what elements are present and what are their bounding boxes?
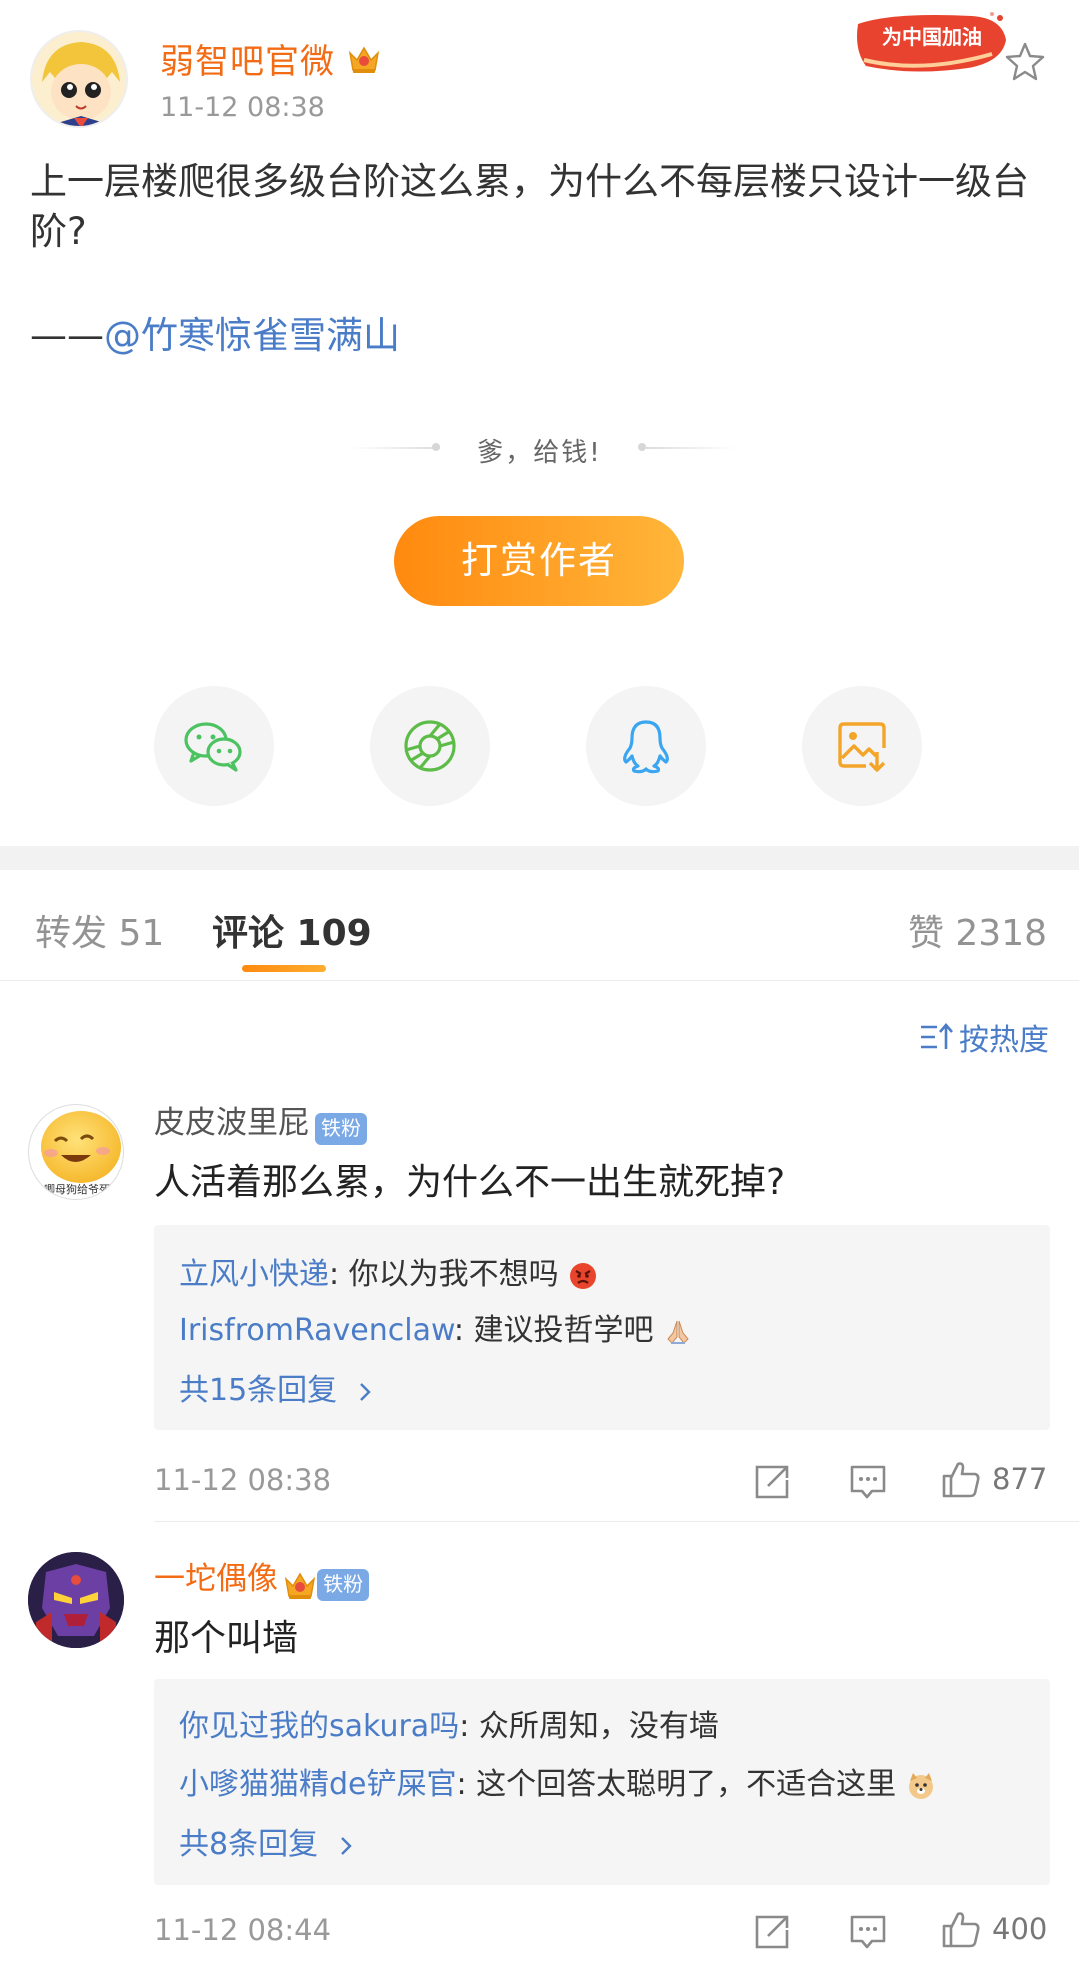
- reply-item: 你见过我的sakura吗: 众所周知，没有墙: [179, 1701, 719, 1745]
- image-download-icon: [838, 722, 886, 772]
- chevron-right-icon: [340, 1836, 352, 1855]
- doge-icon: [908, 1772, 933, 1799]
- star-icon[interactable]: [1003, 40, 1047, 84]
- view-replies-link[interactable]: 共8条回复: [179, 1819, 358, 1863]
- qq-icon: [623, 720, 669, 774]
- avatar-caption: 唧母狗给爷死: [44, 1183, 110, 1196]
- commenter-name[interactable]: 皮皮波里屁: [154, 1105, 309, 1141]
- sort-icon: [921, 1023, 953, 1049]
- mention-link[interactable]: @竹寒惊雀雪满山: [104, 314, 400, 357]
- reply-author[interactable]: 你见过我的sakura吗: [179, 1709, 459, 1744]
- view-replies-label[interactable]: 共8条回复: [179, 1827, 318, 1862]
- thumbs-up-icon: [942, 1462, 980, 1498]
- post-body: 上一层楼爬很多级台阶这么累，为什么不每层楼只设计一级台阶?: [30, 160, 1029, 253]
- wechat-icon: [184, 722, 242, 772]
- reply-comment-icon[interactable]: [848, 1462, 888, 1502]
- post-credit: ——@竹寒惊雀雪满山: [30, 305, 400, 359]
- reply-item: 立风小快递: 你以为我不想吗: [179, 1249, 598, 1293]
- reply-author[interactable]: IrisfromRavenclaw: [179, 1313, 454, 1348]
- section-gap: [0, 846, 1079, 870]
- post-time: 11-12 08:38: [160, 92, 325, 123]
- sort-toggle[interactable]: 按热度: [919, 1015, 1049, 1059]
- like-button[interactable]: 400: [940, 1908, 1047, 1950]
- comment-time: 11-12 08:38: [154, 1463, 332, 1497]
- tab-repost[interactable]: 转发 51: [35, 904, 164, 956]
- tab-active-indicator: [242, 965, 326, 972]
- commenter-name[interactable]: 一坨偶像: [154, 1561, 278, 1597]
- save-image-button[interactable]: [802, 686, 922, 806]
- campaign-badge[interactable]: 为中国加油: [852, 10, 1012, 80]
- comment-text[interactable]: 人活着那么累，为什么不一出生就死掉?: [154, 1153, 785, 1205]
- tab-divider: [0, 980, 1079, 981]
- angry-face-icon: [570, 1262, 597, 1289]
- reply-text: : 建议投哲学吧: [453, 1313, 654, 1348]
- crown-icon: [284, 1572, 316, 1599]
- tab-likes[interactable]: 赞 2318: [908, 904, 1047, 956]
- chevron-right-icon: [359, 1382, 371, 1401]
- reply-preview-box[interactable]: 立风小快递: 你以为我不想吗 IrisfromRavenclaw: 建议投哲学吧…: [154, 1225, 1050, 1430]
- repost-comment-icon[interactable]: [752, 1462, 792, 1502]
- like-count: 400: [992, 1912, 1048, 1946]
- credit-dash: ——: [30, 314, 104, 357]
- commenter-avatar[interactable]: 唧母狗给爷死: [28, 1104, 124, 1200]
- reply-text: : 众所周知，没有墙: [459, 1709, 719, 1744]
- reply-comment-icon[interactable]: [848, 1912, 888, 1952]
- reward-divider-right: [646, 447, 736, 449]
- commenter-name-row: 一坨偶像 铁粉: [154, 1553, 370, 1601]
- reply-text: : 你以为我不想吗: [329, 1257, 559, 1292]
- thumbs-up-icon: [942, 1912, 980, 1948]
- pray-hands-icon: [667, 1320, 689, 1344]
- author-name-text[interactable]: 弱智吧官微: [160, 42, 335, 82]
- commenter-avatar[interactable]: [28, 1552, 124, 1648]
- comment-text[interactable]: 那个叫墙: [154, 1609, 298, 1661]
- reply-preview-box[interactable]: 你见过我的sakura吗: 众所周知，没有墙 小嗲猫猫精de铲屎官: 这个回答太…: [154, 1679, 1050, 1885]
- reward-author-button[interactable]: 打赏作者: [394, 516, 684, 606]
- comment-time: 11-12 08:44: [154, 1913, 332, 1947]
- share-wechat-button[interactable]: [154, 686, 274, 806]
- fan-badge: 铁粉: [317, 1568, 370, 1601]
- author-name[interactable]: 弱智吧官微: [160, 34, 381, 84]
- view-replies-link[interactable]: 共15条回复: [179, 1365, 377, 1409]
- reply-author[interactable]: 小嗲猫猫精de铲屎官: [179, 1767, 457, 1802]
- sort-label[interactable]: 按热度: [959, 1015, 1049, 1059]
- reply-author[interactable]: 立风小快递: [179, 1257, 329, 1292]
- moments-icon: [404, 720, 456, 772]
- reply-text: : 这个回答太聪明了，不适合这里: [456, 1767, 897, 1802]
- reward-prompt: 爹，给钱!: [477, 438, 602, 468]
- like-count: 877: [992, 1462, 1048, 1496]
- campaign-badge-text: 为中国加油: [882, 25, 982, 49]
- tab-comments[interactable]: 评论 109: [212, 904, 372, 956]
- share-qq-button[interactable]: [586, 686, 706, 806]
- reward-divider-dot: [638, 443, 646, 451]
- view-replies-label[interactable]: 共15条回复: [179, 1373, 337, 1408]
- commenter-name-row: 皮皮波里屁 铁粉: [154, 1097, 367, 1145]
- share-moments-button[interactable]: [370, 686, 490, 806]
- crown-icon: [347, 43, 381, 84]
- repost-comment-icon[interactable]: [752, 1912, 792, 1952]
- fan-badge: 铁粉: [315, 1112, 367, 1145]
- author-avatar[interactable]: [30, 30, 128, 128]
- reply-item: 小嗲猫猫精de铲屎官: 这个回答太聪明了，不适合这里: [179, 1759, 936, 1803]
- like-button[interactable]: 877: [940, 1458, 1047, 1500]
- comment-divider: [154, 1521, 1079, 1522]
- reply-item: IrisfromRavenclaw: 建议投哲学吧: [179, 1305, 693, 1349]
